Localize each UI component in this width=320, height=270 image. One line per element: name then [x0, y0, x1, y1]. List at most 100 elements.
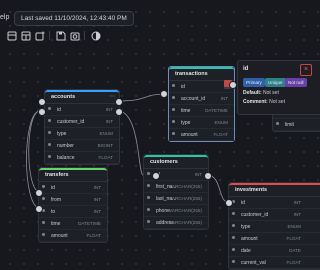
field-type: INT: [220, 96, 228, 101]
default-value: Not set: [263, 90, 279, 96]
table-transactions[interactable]: transactions id✎ account_idINT timeDATET…: [168, 66, 235, 142]
primary-badge: Primary: [243, 78, 265, 87]
field-name: amount: [181, 132, 198, 138]
field-type: INT: [194, 172, 202, 177]
connection-handle[interactable]: [115, 108, 123, 116]
field-type: INT: [293, 212, 301, 217]
table-row[interactable]: id INT: [229, 197, 320, 209]
unique-badge: Unique: [265, 78, 286, 87]
table-row[interactable]: customer_id INT: [45, 116, 119, 128]
field-type: ENUM: [287, 224, 301, 229]
field-name: type: [241, 224, 251, 230]
table-row[interactable]: id INT: [45, 104, 119, 116]
field-name: limit: [285, 122, 294, 128]
comment-line: Comment: Not set: [243, 99, 285, 105]
table-investments[interactable]: investments id INT customer_id INT type ENU…: [228, 182, 320, 270]
table-row[interactable]: current_val FLOAT: [229, 257, 320, 269]
table-row[interactable]: amount FLOAT: [169, 129, 234, 141]
table-row[interactable]: to INT: [39, 206, 107, 218]
close-icon[interactable]: ×: [300, 64, 312, 76]
table-header[interactable]: accounts ⋯: [45, 90, 119, 104]
table-row[interactable]: date DATE: [229, 245, 320, 257]
table-header[interactable]: customers: [144, 155, 208, 169]
field-name: amount: [51, 233, 68, 239]
table-header[interactable]: transactions: [169, 67, 234, 81]
table-customers[interactable]: customers idINT first_na...VARCHAR(255) …: [143, 154, 209, 230]
comment-value: Not set: [269, 99, 285, 105]
table-row[interactable]: type ENUM: [229, 221, 320, 233]
field-type: BIGINT: [97, 143, 113, 148]
connection-handle[interactable]: [115, 98, 123, 106]
table-row[interactable]: last_na... VARCHAR(255): [144, 193, 208, 205]
table-name: accounts: [51, 94, 76, 100]
field-type: VARCHAR(255): [169, 196, 202, 201]
table-row[interactable]: time DATETIME: [169, 105, 234, 117]
field-type: INT: [105, 119, 113, 124]
connection-handle[interactable]: [160, 90, 168, 98]
field-type: VARCHAR(255): [169, 220, 202, 225]
connection-handle[interactable]: [35, 189, 43, 197]
connection-handle[interactable]: [152, 172, 160, 180]
field-name: current_val: [241, 260, 266, 266]
field-type: INT: [93, 209, 101, 214]
table-transfers[interactable]: transfers id INT from INT to INT time DATETI…: [38, 167, 108, 243]
field-name: phone: [156, 208, 170, 214]
table-name: transfers: [45, 172, 69, 178]
table-header[interactable]: investments: [229, 183, 320, 197]
table-row[interactable]: type ENUM: [169, 117, 234, 129]
table-name: investments: [235, 187, 268, 193]
field-title: id: [243, 66, 249, 72]
field-name: number: [57, 143, 74, 149]
field-type: FLOAT: [98, 155, 113, 160]
table-row[interactable]: account_id INT: [169, 93, 234, 105]
table-row[interactable]: balance FLOAT: [45, 152, 119, 164]
table-accounts[interactable]: accounts ⋯ id INT customer_id INT type ENUM…: [44, 89, 120, 165]
field-type: VARCHAR(255): [169, 208, 202, 213]
field-name: to: [51, 209, 56, 215]
table-name: transactions: [175, 71, 208, 77]
table-row[interactable]: customer_id INT: [229, 209, 320, 221]
field-name: account_id: [181, 96, 206, 102]
table-row[interactable]: time DATETIME: [39, 218, 107, 230]
field-type: INT: [293, 200, 301, 205]
field-type: DATETIME: [78, 221, 101, 226]
relation-line[interactable]: [117, 110, 144, 176]
field-type: FLOAT: [213, 132, 228, 137]
more-icon[interactable]: ⋯: [109, 93, 115, 100]
field-type: ENUM: [99, 131, 113, 136]
field-name: time: [51, 221, 61, 227]
field-name: type: [57, 131, 67, 137]
table-row[interactable]: amount FLOAT: [229, 233, 320, 245]
table-row[interactable]: first_na... VARCHAR(255): [144, 181, 208, 193]
comment-label: Comment:: [243, 99, 268, 105]
table-row[interactable]: type ENUM: [45, 128, 119, 140]
table-row[interactable]: address VARCHAR(255): [144, 217, 208, 229]
field-type: FLOAT: [286, 260, 301, 265]
table-row[interactable]: phone VARCHAR(255): [144, 205, 208, 217]
connection-handle[interactable]: [225, 199, 233, 207]
field-type: DATETIME: [205, 108, 228, 113]
table-row[interactable]: amount FLOAT: [39, 230, 107, 242]
field-name: id: [241, 200, 245, 206]
connection-handle[interactable]: [38, 108, 46, 116]
field-name: type: [181, 120, 191, 126]
field-type: ENUM: [214, 120, 228, 125]
field-name: id: [181, 84, 185, 90]
not-null-badge: Not null: [285, 78, 307, 87]
field-name: date: [241, 248, 251, 254]
table-row[interactable]: from INT: [39, 194, 107, 206]
connection-handle[interactable]: [35, 205, 43, 213]
connection-handle[interactable]: [38, 98, 46, 106]
field-name: customer_id: [57, 119, 85, 125]
field-detail-popover: id × Primary Unique Not null Default: No…: [237, 60, 320, 115]
table-row[interactable]: limit: [273, 119, 320, 131]
field-name: from: [51, 197, 61, 203]
table-header[interactable]: transfers: [39, 168, 107, 182]
table-name: customers: [150, 159, 178, 165]
table-row[interactable]: id INT: [39, 182, 107, 194]
table-row[interactable]: number BIGINT: [45, 140, 119, 152]
field-name: amount: [241, 236, 258, 242]
field-type: INT: [93, 185, 101, 190]
connection-handle[interactable]: [204, 172, 212, 180]
connection-handle[interactable]: [229, 81, 237, 89]
